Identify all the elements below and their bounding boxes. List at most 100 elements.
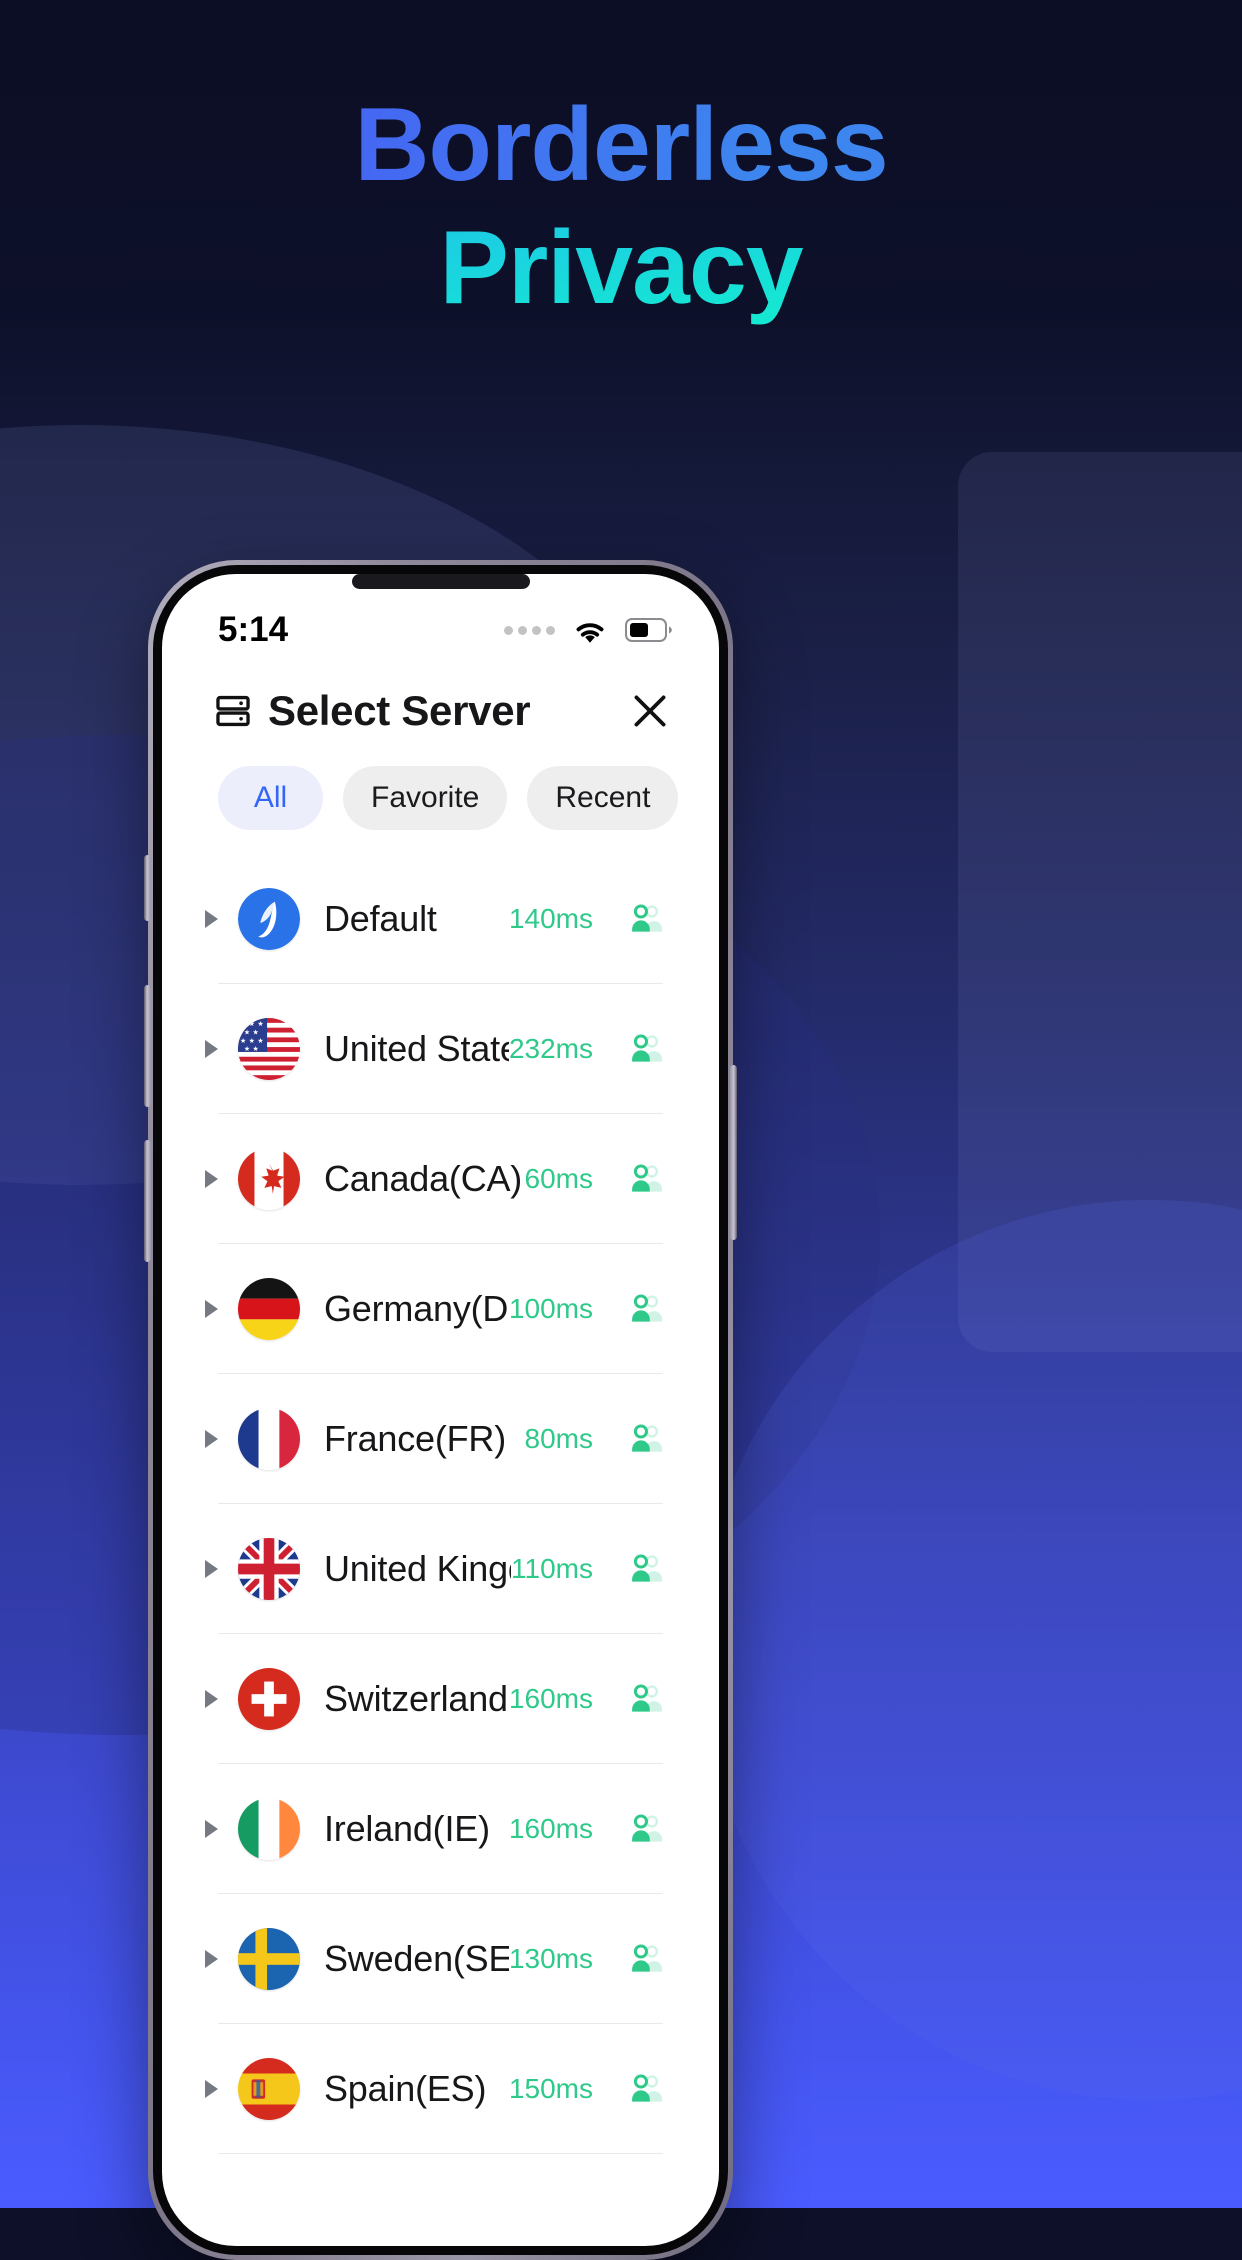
users-icon — [632, 2074, 663, 2102]
server-rack-icon — [216, 695, 250, 727]
chevron-right-icon[interactable] — [198, 1560, 224, 1578]
decorative-blob-right-glow — [700, 1200, 1242, 2100]
page-title: Select Server — [268, 687, 531, 734]
users-icon — [627, 1031, 663, 1067]
chevron-right-icon[interactable] — [198, 1300, 224, 1318]
users-icon — [632, 1294, 663, 1322]
ping-latency: 80ms — [524, 1423, 593, 1454]
users-icon — [627, 1291, 663, 1327]
chevron-right-icon[interactable] — [198, 1950, 224, 1968]
ping-latency: 130ms — [508, 1943, 593, 1974]
close-button[interactable] — [625, 686, 675, 736]
server-row[interactable]: Sweden(SE) 130ms — [162, 1894, 719, 2024]
svg-text:★: ★ — [249, 1020, 255, 1028]
tab-all[interactable]: All — [218, 766, 323, 830]
phone-power-button[interactable] — [730, 1065, 737, 1240]
server-row[interactable]: Canada(CA) 60ms — [162, 1114, 719, 1244]
users-icon — [632, 1944, 663, 1972]
server-name: Spain(ES) — [324, 2068, 487, 2109]
server-row[interactable]: Default 140ms — [162, 854, 719, 984]
ping-latency: 160ms — [508, 1813, 593, 1844]
row-divider — [218, 2153, 663, 2154]
users-icon — [632, 1684, 663, 1712]
sheet-header: Select Server — [162, 660, 719, 736]
flag-us-icon: ★ ★ ★ ★ ★ ★ ★ ★ ★ ★ — [238, 1018, 300, 1080]
svg-text:★: ★ — [257, 1020, 263, 1028]
users-icon — [632, 1554, 663, 1582]
users-icon — [627, 1681, 663, 1717]
users-icon — [632, 904, 663, 932]
hero-heading: Borderless Privacy — [0, 84, 1242, 329]
decorative-panel-right — [958, 452, 1242, 1352]
svg-text:★: ★ — [249, 1037, 255, 1045]
ping-latency: 140ms — [508, 903, 593, 934]
tab-favorite[interactable]: Favorite — [343, 766, 508, 830]
flag-se-icon — [238, 1928, 300, 1990]
flag-fr-icon — [238, 1408, 300, 1470]
server-name: United States(US) — [324, 1028, 509, 1069]
chevron-right-icon[interactable] — [198, 1690, 224, 1708]
svg-text:★: ★ — [240, 1037, 246, 1045]
phone-mute-switch[interactable] — [144, 855, 151, 921]
flag-de-icon — [238, 1278, 300, 1340]
chevron-right-icon[interactable] — [198, 1430, 224, 1448]
users-icon — [627, 1421, 663, 1457]
server-row[interactable]: France(FR) 80ms — [162, 1374, 719, 1504]
svg-text:★: ★ — [253, 1045, 259, 1053]
tab-recent[interactable]: Recent — [527, 766, 679, 830]
phone-screen: 5:14 Select Server All Favorite Recent D… — [162, 574, 719, 2246]
chevron-right-icon[interactable] — [198, 910, 224, 928]
default-logo-icon — [238, 888, 300, 950]
status-time: 5:14 — [218, 610, 289, 649]
phone-mockup: 5:14 Select Server All Favorite Recent D… — [144, 560, 737, 2260]
server-name: France(FR) — [324, 1418, 507, 1459]
users-icon — [632, 1424, 663, 1452]
server-row[interactable]: Ireland(IE) 160ms — [162, 1764, 719, 1894]
flag-es-icon — [238, 2058, 300, 2120]
users-icon — [627, 1161, 663, 1197]
battery-icon — [625, 618, 672, 642]
server-name: United Kingdom(... — [324, 1548, 511, 1589]
users-icon — [627, 2071, 663, 2107]
users-icon — [627, 1811, 663, 1847]
server-name: Germany(DE) — [324, 1288, 509, 1329]
svg-text:★: ★ — [244, 1028, 250, 1036]
server-row[interactable]: Switzerland(CH)160ms — [162, 1634, 719, 1764]
server-list[interactable]: Default 140ms ★★★★★★★★★★ United States(US)2… — [162, 854, 719, 2154]
server-name: Ireland(IE) — [324, 1808, 490, 1849]
users-icon — [627, 1551, 663, 1587]
status-icons — [504, 616, 673, 644]
server-name: Sweden(SE) — [324, 1938, 509, 1979]
phone-volume-down-button[interactable] — [144, 1140, 151, 1262]
users-icon — [632, 1814, 663, 1842]
chevron-right-icon[interactable] — [198, 1820, 224, 1838]
phone-speaker-notch — [351, 574, 530, 589]
users-icon — [632, 1164, 663, 1192]
server-name: Default — [324, 898, 437, 939]
flag-ch-icon — [238, 1668, 300, 1730]
flag-ie-icon — [238, 1798, 300, 1860]
server-row[interactable]: Spain(ES) 150ms — [162, 2024, 719, 2154]
chevron-right-icon[interactable] — [198, 2080, 224, 2098]
phone-volume-up-button[interactable] — [144, 985, 151, 1107]
chevron-right-icon[interactable] — [198, 1170, 224, 1188]
ping-latency: 150ms — [508, 2073, 593, 2104]
svg-text:★: ★ — [253, 1028, 259, 1036]
hero-line-1: Borderless — [0, 84, 1242, 207]
server-row[interactable]: United Kingdom(...110ms — [162, 1504, 719, 1634]
ping-latency: 232ms — [508, 1033, 593, 1064]
users-icon — [632, 1034, 663, 1062]
server-row[interactable]: ★★★★★★★★★★ United States(US)232ms — [162, 984, 719, 1114]
server-row[interactable]: Germany(DE)100ms — [162, 1244, 719, 1374]
users-icon — [627, 1941, 663, 1977]
ping-latency: 100ms — [508, 1293, 593, 1324]
chevron-right-icon[interactable] — [198, 1040, 224, 1058]
ping-latency: 110ms — [511, 1553, 593, 1584]
svg-text:★: ★ — [257, 1037, 263, 1045]
close-icon — [634, 695, 666, 727]
svg-text:★: ★ — [244, 1045, 250, 1053]
server-name: Canada(CA) — [324, 1158, 523, 1199]
filter-tabs: All Favorite Recent — [162, 736, 719, 830]
hero-line-2: Privacy — [0, 207, 1242, 330]
ping-latency: 160ms — [508, 1683, 593, 1714]
